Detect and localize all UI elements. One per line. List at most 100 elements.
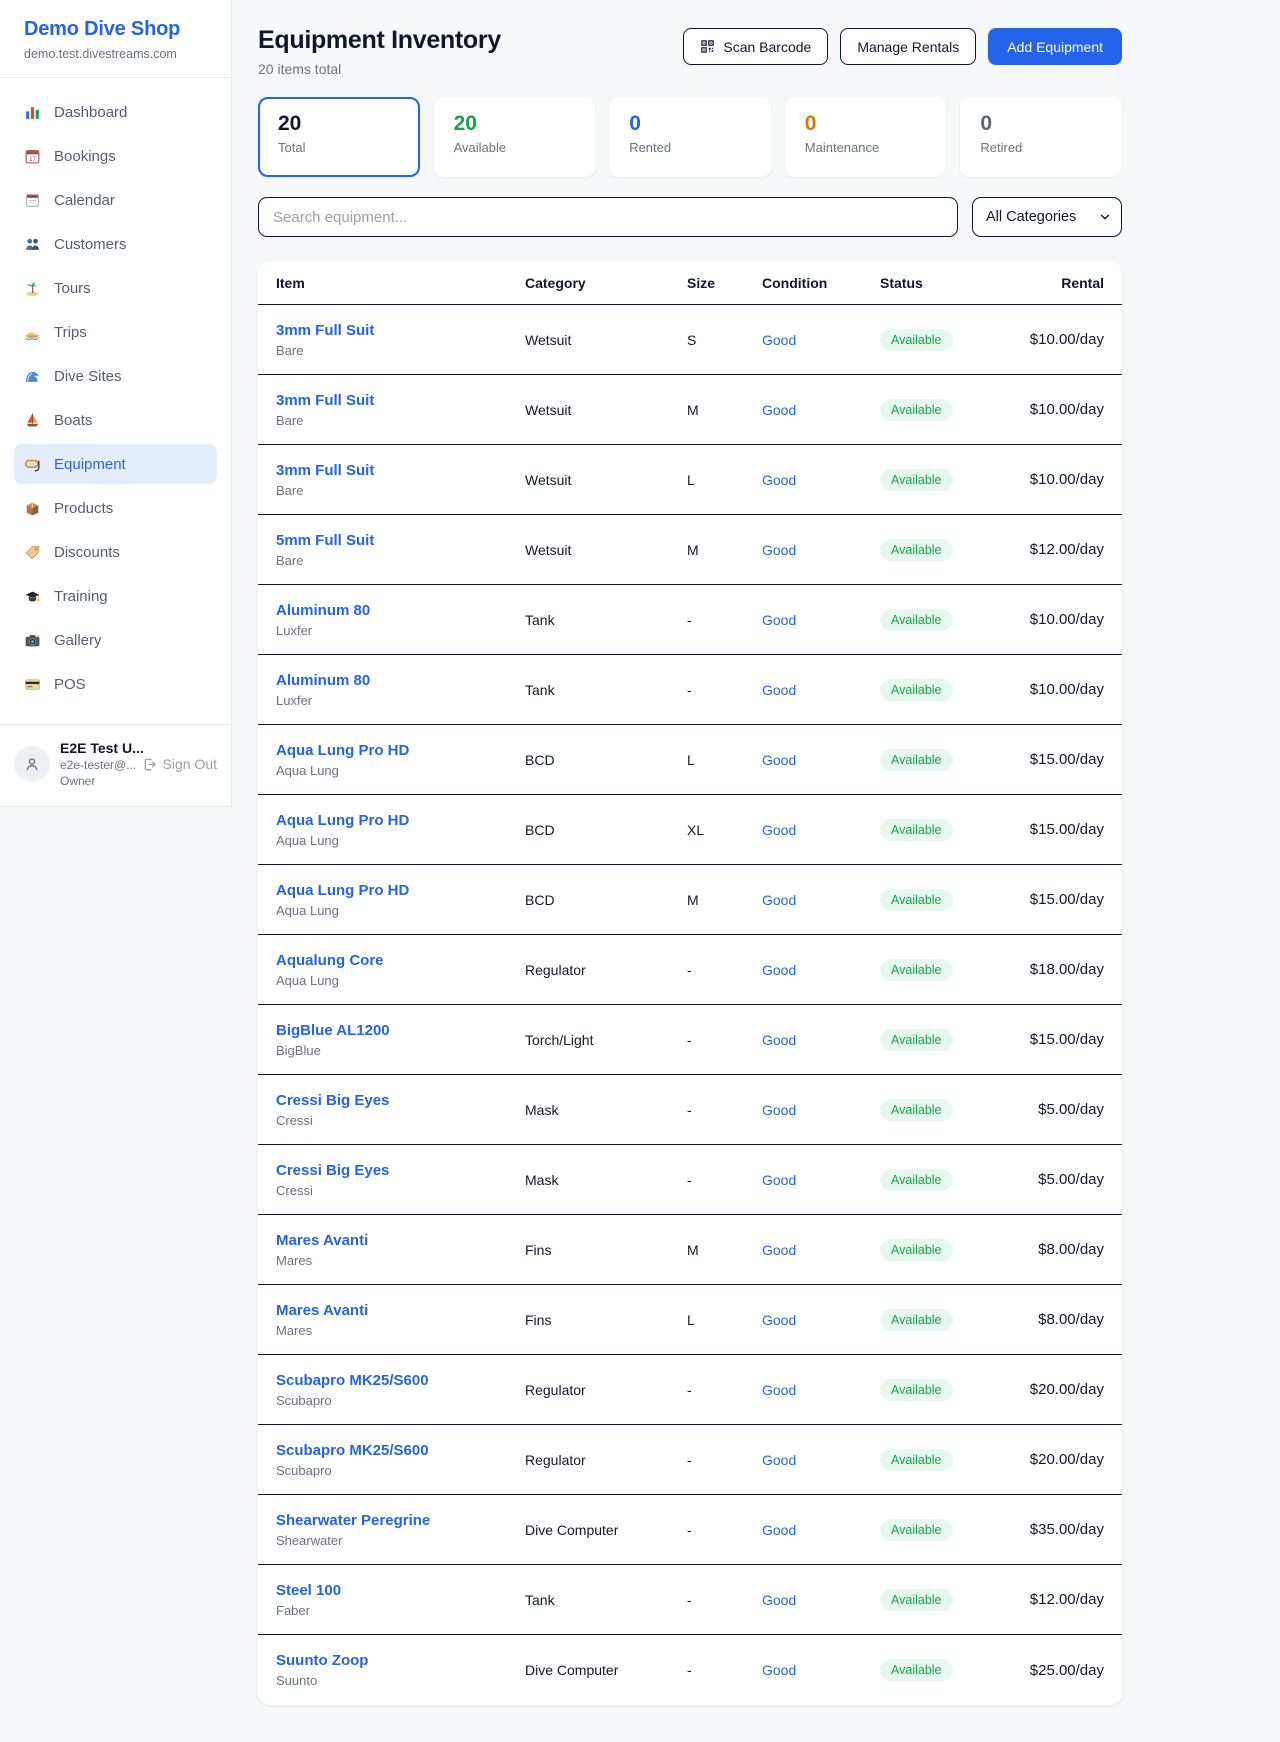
table-row: 3mm Full Suit Bare Wetsuit L Good Availa…: [258, 445, 1122, 515]
sidebar-item-training[interactable]: Training: [14, 576, 217, 616]
stat-card-total[interactable]: 20 Total: [258, 97, 420, 177]
item-name-link[interactable]: 3mm Full Suit: [276, 462, 374, 479]
item-condition-link[interactable]: Good: [762, 472, 796, 488]
item-brand: Cressi: [276, 1183, 525, 1198]
item-condition-link[interactable]: Good: [762, 962, 796, 978]
stat-value: 0: [629, 112, 751, 136]
item-category: BCD: [525, 892, 687, 908]
item-name-link[interactable]: Mares Avanti: [276, 1232, 368, 1249]
item-condition-link[interactable]: Good: [762, 1452, 796, 1468]
item-name-link[interactable]: Mares Avanti: [276, 1302, 368, 1319]
stat-value: 0: [805, 112, 927, 136]
sidebar-item-equipment[interactable]: Equipment: [14, 444, 217, 484]
item-condition-link[interactable]: Good: [762, 752, 796, 768]
barcode-icon: [700, 39, 715, 54]
brand-block: Demo Dive Shop demo.test.divestreams.com: [0, 0, 231, 78]
sidebar-item-dashboard[interactable]: Dashboard: [14, 92, 217, 132]
item-category: Mask: [525, 1172, 687, 1188]
item-name-link[interactable]: Aluminum 80: [276, 602, 370, 619]
item-condition-link[interactable]: Good: [762, 822, 796, 838]
status-badge: Available: [880, 1519, 953, 1541]
item-condition-link[interactable]: Good: [762, 1172, 796, 1188]
column-header-item: Item: [276, 275, 525, 291]
category-select[interactable]: All Categories: [972, 197, 1122, 237]
item-cell: Aluminum 80 Luxfer: [276, 672, 525, 708]
category-filter: All Categories: [972, 197, 1122, 237]
item-condition-link[interactable]: Good: [762, 1522, 796, 1538]
item-condition-link[interactable]: Good: [762, 1662, 796, 1678]
item-cell: Aqualung Core Aqua Lung: [276, 952, 525, 988]
item-name-link[interactable]: 5mm Full Suit: [276, 532, 374, 549]
item-condition-link[interactable]: Good: [762, 542, 796, 558]
equipment-table: Item Category Size Condition Status Rent…: [258, 261, 1122, 1705]
table-row: Cressi Big Eyes Cressi Mask - Good Avail…: [258, 1145, 1122, 1215]
sidebar-item-pos[interactable]: POS: [14, 664, 217, 704]
sidebar-item-products[interactable]: Products: [14, 488, 217, 528]
item-condition-link[interactable]: Good: [762, 402, 796, 418]
item-condition-link[interactable]: Good: [762, 1102, 796, 1118]
item-name-link[interactable]: Scubapro MK25/S600: [276, 1442, 429, 1459]
item-brand: Suunto: [276, 1673, 525, 1688]
item-name-link[interactable]: Aqua Lung Pro HD: [276, 812, 409, 829]
stat-card-available[interactable]: 20 Available: [434, 97, 596, 177]
item-name-link[interactable]: Shearwater Peregrine: [276, 1512, 430, 1529]
item-name-link[interactable]: Aluminum 80: [276, 672, 370, 689]
item-name-link[interactable]: Aqua Lung Pro HD: [276, 742, 409, 759]
item-condition-link[interactable]: Good: [762, 1032, 796, 1048]
item-name-link[interactable]: Steel 100: [276, 1582, 341, 1599]
item-name-link[interactable]: Aqualung Core: [276, 952, 384, 969]
item-rental: $15.00/day: [1010, 821, 1104, 838]
item-condition-link[interactable]: Good: [762, 682, 796, 698]
item-condition-link[interactable]: Good: [762, 1382, 796, 1398]
item-name-link[interactable]: Aqua Lung Pro HD: [276, 882, 409, 899]
sidebar-item-gallery[interactable]: Gallery: [14, 620, 217, 660]
status-badge: Available: [880, 329, 953, 351]
sign-out-icon: [142, 757, 157, 772]
item-name-link[interactable]: Cressi Big Eyes: [276, 1092, 389, 1109]
item-cell: Mares Avanti Mares: [276, 1302, 525, 1338]
item-name-link[interactable]: Cressi Big Eyes: [276, 1162, 389, 1179]
item-name-link[interactable]: 3mm Full Suit: [276, 392, 374, 409]
item-condition-link[interactable]: Good: [762, 1312, 796, 1328]
item-name-link[interactable]: Suunto Zoop: [276, 1652, 368, 1669]
shop-logo[interactable]: Demo Dive Shop: [24, 18, 207, 41]
user-name: E2E Test U...: [60, 740, 132, 756]
sidebar-item-bookings[interactable]: Bookings: [14, 136, 217, 176]
item-name-link[interactable]: 3mm Full Suit: [276, 322, 374, 339]
item-cell: BigBlue AL1200 BigBlue: [276, 1022, 525, 1058]
item-condition-link[interactable]: Good: [762, 1242, 796, 1258]
manage-rentals-button[interactable]: Manage Rentals: [840, 28, 976, 65]
item-size: -: [687, 1382, 762, 1398]
sidebar-item-boats[interactable]: Boats: [14, 400, 217, 440]
add-equipment-button[interactable]: Add Equipment: [988, 28, 1122, 65]
table-row: 3mm Full Suit Bare Wetsuit S Good Availa…: [258, 305, 1122, 375]
item-condition-link[interactable]: Good: [762, 612, 796, 628]
item-condition-link[interactable]: Good: [762, 892, 796, 908]
scan-barcode-button[interactable]: Scan Barcode: [683, 28, 828, 65]
stat-card-retired[interactable]: 0 Retired: [960, 97, 1122, 177]
item-condition-link[interactable]: Good: [762, 1592, 796, 1608]
sidebar-item-discounts[interactable]: Discounts: [14, 532, 217, 572]
item-condition-link[interactable]: Good: [762, 332, 796, 348]
search-input[interactable]: [258, 197, 958, 237]
tours-icon: [24, 280, 41, 297]
item-category: Tank: [525, 682, 687, 698]
item-size: L: [687, 472, 762, 488]
trips-icon: [24, 324, 41, 341]
sidebar-item-customers[interactable]: Customers: [14, 224, 217, 264]
column-header-condition: Condition: [762, 275, 880, 291]
stat-card-maintenance[interactable]: 0 Maintenance: [785, 97, 947, 177]
sidebar-item-dive-sites[interactable]: Dive Sites: [14, 356, 217, 396]
stat-card-rented[interactable]: 0 Rented: [609, 97, 771, 177]
item-category: Fins: [525, 1312, 687, 1328]
item-rental: $10.00/day: [1010, 471, 1104, 488]
column-header-status: Status: [880, 275, 1010, 291]
sidebar-item-tours[interactable]: Tours: [14, 268, 217, 308]
item-name-link[interactable]: BigBlue AL1200: [276, 1022, 390, 1039]
sidebar-item-trips[interactable]: Trips: [14, 312, 217, 352]
sign-out-button[interactable]: Sign Out: [142, 756, 217, 772]
column-header-category: Category: [525, 275, 687, 291]
item-rental: $25.00/day: [1010, 1662, 1104, 1679]
sidebar-item-calendar[interactable]: Calendar: [14, 180, 217, 220]
item-name-link[interactable]: Scubapro MK25/S600: [276, 1372, 429, 1389]
